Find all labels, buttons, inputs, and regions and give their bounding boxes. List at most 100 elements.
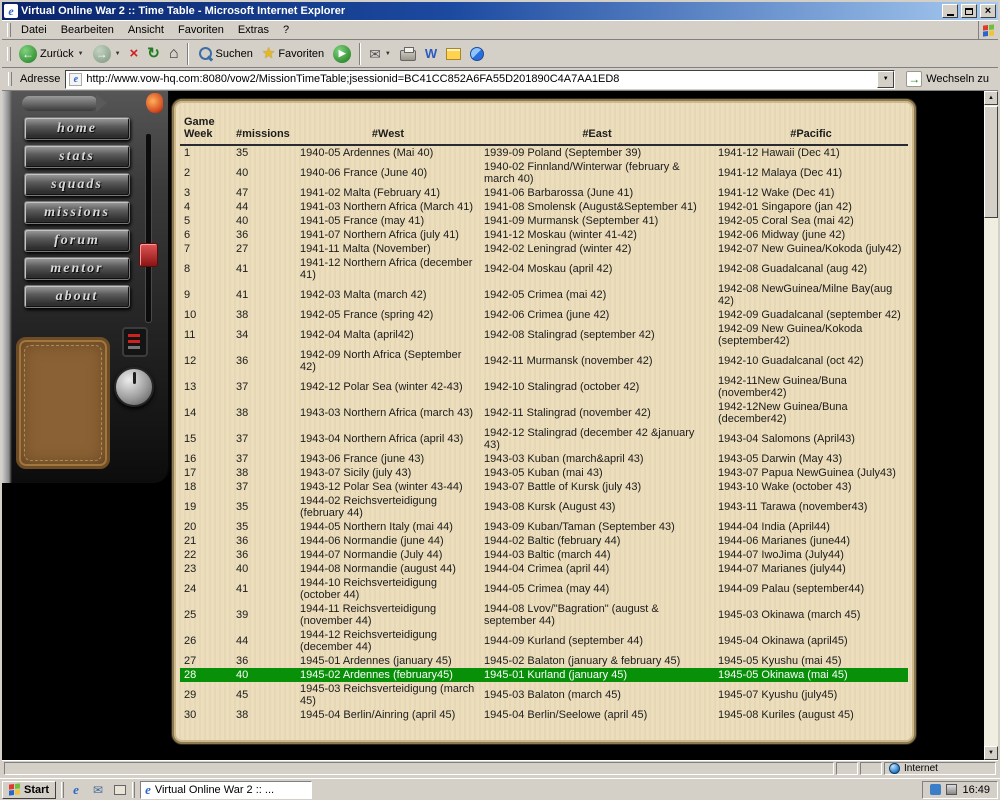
search-label: Suchen — [216, 48, 253, 60]
address-grip[interactable] — [8, 72, 12, 86]
table-cell: 9 — [180, 282, 232, 308]
menu-item-extras[interactable]: Extras — [231, 22, 276, 38]
maximize-icon — [965, 8, 973, 15]
lever-handle[interactable] — [139, 243, 158, 267]
table-cell: 1944-09 Kurland (september 44) — [480, 628, 714, 654]
menu-item-datei[interactable]: Datei — [14, 22, 54, 38]
menu-item-favoriten[interactable]: Favoriten — [171, 22, 231, 38]
favorites-button[interactable]: ★ Favoriten — [258, 42, 328, 66]
table-cell: 1945-01 Kurland (january 45) — [480, 668, 714, 682]
toolbar-grip[interactable] — [7, 47, 11, 61]
menu-item-ansicht[interactable]: Ansicht — [121, 22, 171, 38]
address-bar: Adresse e http://www.vow-hq.com:8080/vow… — [2, 68, 998, 91]
table-cell: 1943-04 Salomons (April43) — [714, 426, 908, 452]
timetable-panel: Game Week#missions#West#East#Pacific 135… — [172, 99, 916, 744]
stop-icon: × — [130, 46, 139, 61]
quick-launch: e ✉ — [59, 781, 137, 799]
table-cell: 1943-12 Polar Sea (winter 43-44) — [296, 480, 480, 494]
sidebar-item-forum[interactable]: forum — [24, 229, 130, 252]
quicklaunch-ie-button[interactable]: e — [66, 781, 86, 799]
windows-flag-icon — [983, 24, 994, 36]
table-cell: 19 — [180, 494, 232, 520]
sidebar-item-missions[interactable]: missions — [24, 201, 130, 224]
forward-dropdown-icon[interactable]: ▼ — [115, 51, 121, 57]
mail-dropdown-icon[interactable]: ▼ — [385, 51, 391, 57]
mail-button[interactable]: ✉ ▼ — [365, 42, 395, 66]
table-row: 18371943-12 Polar Sea (winter 43-44)1943… — [180, 480, 908, 494]
scroll-thumb[interactable] — [984, 106, 998, 218]
messenger-button[interactable] — [466, 42, 488, 66]
address-dropdown-button[interactable]: ▼ — [877, 71, 894, 88]
table-cell: 25 — [180, 602, 232, 628]
table-cell: 41 — [232, 282, 296, 308]
scroll-down-button[interactable]: ▼ — [984, 746, 998, 760]
menu-item-?[interactable]: ? — [276, 22, 296, 38]
menu-grip[interactable] — [7, 23, 11, 37]
stop-button[interactable]: × — [126, 42, 143, 66]
quicklaunch-desktop-button[interactable] — [110, 781, 130, 799]
table-cell: 41 — [232, 256, 296, 282]
menu-item-bearbeiten[interactable]: Bearbeiten — [54, 22, 121, 38]
table-cell: 1942-09 North Africa (September 42) — [296, 348, 480, 374]
print-button[interactable] — [396, 42, 420, 66]
taskbar: Start e ✉ e Virtual Online War 2 :: ... … — [0, 778, 1000, 800]
sidebar-item-stats[interactable]: stats — [24, 145, 130, 168]
quicklaunch-mail-button[interactable]: ✉ — [88, 781, 108, 799]
table-cell: 1944-11 Reichsverteidigung (november 44) — [296, 602, 480, 628]
table-cell: 35 — [232, 520, 296, 534]
home-button[interactable]: ⌂ — [165, 42, 183, 66]
sidebar-item-squads[interactable]: squads — [24, 173, 130, 196]
quicklaunch-handle[interactable] — [132, 782, 135, 798]
vertical-scrollbar[interactable]: ▲ ▼ — [984, 91, 998, 760]
table-cell: 1941-06 Barbarossa (June 41) — [480, 186, 714, 200]
column-header: #West — [296, 114, 480, 145]
back-dropdown-icon[interactable]: ▼ — [78, 51, 84, 57]
ie-icon: e — [73, 782, 79, 798]
table-cell: 1942-08 Guadalcanal (aug 42) — [714, 256, 908, 282]
edit-button[interactable]: W — [421, 42, 441, 66]
scroll-up-button[interactable]: ▲ — [984, 91, 998, 105]
search-button[interactable]: Suchen — [193, 42, 257, 66]
sidebar-item-about[interactable]: about — [24, 285, 130, 308]
table-cell: 1942-09 Guadalcanal (september 42) — [714, 308, 908, 322]
sidebar-item-mentor[interactable]: mentor — [24, 257, 130, 280]
table-cell: 1942-06 Midway (june 42) — [714, 228, 908, 242]
quicklaunch-handle[interactable] — [61, 782, 64, 798]
table-row: 13371942-12 Polar Sea (winter 42-43)1942… — [180, 374, 908, 400]
titlebar[interactable]: e Virtual Online War 2 :: Time Table - M… — [2, 2, 998, 20]
table-cell: 37 — [232, 374, 296, 400]
tray-icon[interactable] — [930, 784, 941, 795]
address-input[interactable]: e http://www.vow-hq.com:8080/vow2/Missio… — [65, 70, 895, 89]
discuss-button[interactable] — [442, 42, 465, 66]
table-row: 6361941-07 Northern Africa (july 41)1941… — [180, 228, 908, 242]
table-cell: 38 — [232, 708, 296, 722]
table-cell: 1943-06 France (june 43) — [296, 452, 480, 466]
back-button[interactable]: ← Zurück ▼ — [15, 42, 88, 66]
table-cell: 1942-09 New Guinea/Kokoda (september42) — [714, 322, 908, 348]
table-cell: 1945-04 Berlin/Ainring (april 45) — [296, 708, 480, 722]
go-icon: → — [906, 71, 922, 87]
maximize-button[interactable] — [961, 4, 977, 18]
table-cell: 44 — [232, 628, 296, 654]
search-icon — [197, 46, 213, 62]
start-button[interactable]: Start — [2, 781, 56, 799]
table-cell: 1942-10 Stalingrad (october 42) — [480, 374, 714, 400]
minimize-button[interactable] — [942, 4, 958, 18]
table-cell: 14 — [180, 400, 232, 426]
forward-button[interactable]: → ▼ — [89, 42, 125, 66]
tray-icon[interactable] — [946, 784, 957, 795]
table-cell: 1943-04 Northern Africa (april 43) — [296, 426, 480, 452]
media-button[interactable]: ▶ — [329, 42, 355, 66]
close-button[interactable]: × — [980, 4, 996, 18]
table-cell: 27 — [180, 654, 232, 668]
table-cell: 1944-05 Northern Italy (mai 44) — [296, 520, 480, 534]
table-cell: 7 — [180, 242, 232, 256]
refresh-button[interactable]: ↻ — [143, 42, 164, 66]
go-button[interactable]: → Wechseln zu — [900, 71, 995, 87]
table-cell: 1945-03 Okinawa (march 45) — [714, 602, 908, 628]
taskbar-task-button[interactable]: e Virtual Online War 2 :: ... — [140, 781, 312, 799]
table-cell: 1942-05 France (spring 42) — [296, 308, 480, 322]
table-cell: 1942-02 Leningrad (winter 42) — [480, 242, 714, 256]
table-cell: 1942-12New Guinea/Buna (december42) — [714, 400, 908, 426]
sidebar-item-home[interactable]: home — [24, 117, 130, 140]
